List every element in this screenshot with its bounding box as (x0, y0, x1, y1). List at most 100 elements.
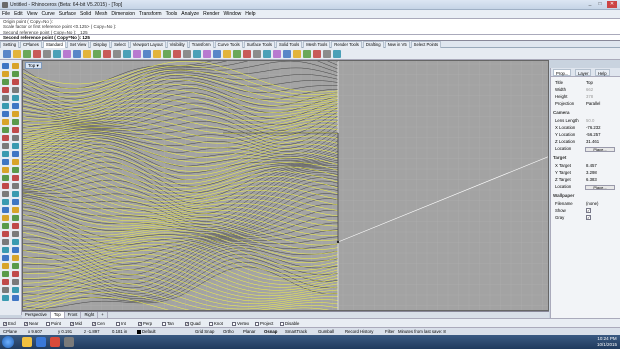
toolbar-tool-icon[interactable] (13, 50, 21, 58)
side-tool-icon[interactable] (12, 143, 19, 149)
x-location-value[interactable]: -76.232 (586, 125, 601, 131)
side-tool-icon[interactable] (2, 207, 9, 213)
tab-select[interactable]: Select (111, 41, 129, 48)
side-tool-icon[interactable] (12, 79, 19, 85)
osnap-cen[interactable]: ✓Cen (92, 321, 105, 326)
menu-curve[interactable]: Curve (39, 10, 56, 18)
side-tool-icon[interactable] (12, 191, 19, 197)
menu-surface[interactable]: Surface (57, 10, 78, 18)
side-tool-icon[interactable] (2, 151, 9, 157)
tab-surface-tools[interactable]: Surface Tools (243, 41, 275, 48)
side-tool-icon[interactable] (2, 119, 9, 125)
selected-curve[interactable] (23, 79, 339, 104)
side-tool-icon[interactable] (12, 119, 19, 125)
side-tool-icon[interactable] (2, 199, 9, 205)
menu-dimension[interactable]: Dimension (109, 10, 137, 18)
toolbar-tool-icon[interactable] (193, 50, 201, 58)
selected-curve[interactable] (23, 278, 339, 307)
osnap-quad[interactable]: ✓Quad (185, 321, 201, 326)
menu-edit[interactable]: Edit (12, 10, 25, 18)
osnap-checkbox[interactable] (232, 321, 236, 326)
side-tool-icon[interactable] (2, 295, 9, 301)
tab-select-points[interactable]: Select Points (410, 41, 442, 48)
tab-new-in-v5[interactable]: New in V5 (384, 41, 410, 48)
selected-curve[interactable] (23, 83, 339, 107)
selected-curve[interactable] (23, 292, 338, 311)
side-tool-icon[interactable] (12, 175, 19, 181)
osnap-checkbox[interactable]: ✓ (185, 321, 189, 326)
side-tool-icon[interactable] (12, 223, 19, 229)
osnap-checkbox[interactable] (116, 321, 120, 326)
app-icon[interactable] (50, 337, 60, 347)
toolbar-tool-icon[interactable] (223, 50, 231, 58)
projection-select[interactable]: Parallel (586, 101, 600, 107)
side-tool-icon[interactable] (12, 95, 19, 101)
minimize-button[interactable]: _ (586, 1, 594, 8)
osnap-checkbox[interactable]: ✓ (24, 321, 28, 326)
toolbar-tool-icon[interactable] (23, 50, 31, 58)
selected-curve[interactable] (23, 225, 339, 263)
toolbar-tool-icon[interactable] (3, 50, 11, 58)
side-tool-icon[interactable] (12, 279, 19, 285)
browser-icon[interactable] (36, 337, 46, 347)
top-viewport[interactable]: Top ▾ (22, 60, 549, 311)
rhino-app-icon[interactable] (2, 2, 8, 8)
toolbar-tool-icon[interactable] (43, 50, 51, 58)
z-location-value[interactable]: 31.461 (586, 139, 599, 145)
side-tool-icon[interactable] (12, 103, 19, 109)
osnap-int[interactable]: Int (116, 321, 126, 326)
tab-cplanes[interactable]: CPlanes (20, 41, 42, 48)
osnap-knot[interactable]: Knot (209, 321, 223, 326)
toolbar-tool-icon[interactable] (333, 50, 341, 58)
side-tool-icon[interactable] (2, 183, 9, 189)
osnap-near[interactable]: ✓Near (24, 321, 38, 326)
side-tool-icon[interactable] (2, 215, 9, 221)
menu-analyze[interactable]: Analyze (179, 10, 201, 18)
side-tool-icon[interactable] (12, 295, 19, 301)
side-tool-icon[interactable] (2, 175, 9, 181)
selected-curve[interactable] (23, 155, 339, 192)
y-target-value[interactable]: 3.298 (586, 170, 597, 176)
osnap-point[interactable]: Point (46, 321, 61, 326)
selected-curve[interactable] (23, 74, 339, 101)
side-tool-icon[interactable] (2, 231, 9, 237)
osnap-checkbox[interactable] (46, 321, 50, 326)
z-target-value[interactable]: 6.383 (586, 177, 597, 183)
toolbar-tool-icon[interactable] (313, 50, 321, 58)
side-tool-icon[interactable] (12, 151, 19, 157)
side-tool-icon[interactable] (12, 87, 19, 93)
rhino-taskbar-icon[interactable] (64, 337, 74, 347)
osnap-checkbox[interactable]: ✓ (138, 321, 142, 326)
side-tool-icon[interactable] (12, 263, 19, 269)
tab-help[interactable]: Help (595, 69, 610, 76)
side-tool-icon[interactable] (2, 191, 9, 197)
menu-help[interactable]: Help (243, 10, 257, 18)
toolbar-tool-icon[interactable] (243, 50, 251, 58)
menu-mesh[interactable]: Mesh (93, 10, 109, 18)
x-target-value[interactable]: 8.457 (586, 163, 597, 169)
toolbar-tool-icon[interactable] (143, 50, 151, 58)
tab-visibility[interactable]: Visibility (166, 41, 188, 48)
toolbar-tool-icon[interactable] (63, 50, 71, 58)
toolbar-tool-icon[interactable] (183, 50, 191, 58)
side-tool-icon[interactable] (12, 167, 19, 173)
tab-render-tools[interactable]: Render Tools (331, 41, 362, 48)
selected-curve[interactable] (23, 152, 339, 188)
osnap-checkbox[interactable]: ✓ (70, 321, 74, 326)
side-tool-icon[interactable] (2, 287, 9, 293)
toolbar-tool-icon[interactable] (233, 50, 241, 58)
side-tool-icon[interactable] (12, 135, 19, 141)
system-clock[interactable]: 10:24 PM 10/1/2015 (597, 336, 617, 348)
filename-value[interactable]: (none) (586, 201, 598, 207)
menu-view[interactable]: View (25, 10, 40, 18)
selected-curve[interactable] (23, 257, 339, 294)
side-tool-icon[interactable] (12, 239, 19, 245)
menu-solid[interactable]: Solid (78, 10, 93, 18)
toolbar-tool-icon[interactable] (323, 50, 331, 58)
side-tool-icon[interactable] (12, 63, 19, 69)
side-tool-icon[interactable] (2, 279, 9, 285)
tab-transform[interactable]: Transform (188, 41, 214, 48)
side-tool-icon[interactable] (2, 63, 9, 69)
side-tool-icon[interactable] (2, 271, 9, 277)
osnap-vertex[interactable]: Vertex (232, 321, 249, 326)
